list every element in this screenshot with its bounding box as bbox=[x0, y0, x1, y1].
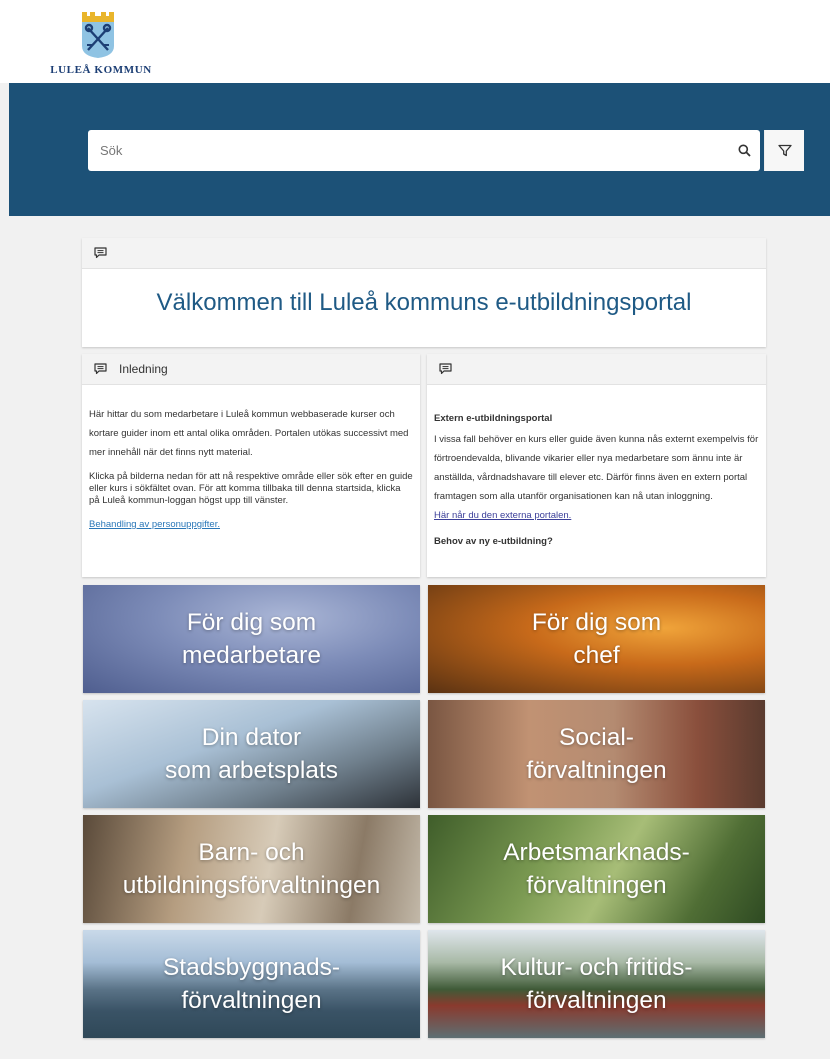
privacy-link[interactable]: Behandling av personuppgifter. bbox=[89, 519, 220, 530]
luleå-kommun-logo[interactable]: LULEÅ KOMMUN bbox=[45, 12, 157, 80]
tile-label: För dig som medarbetare bbox=[182, 609, 321, 669]
top-bar: LULEÅ KOMMUN bbox=[0, 0, 830, 83]
comment-icon bbox=[94, 247, 107, 259]
crest-icon bbox=[82, 12, 114, 58]
extern-subheading: Extern e-utbildningsportal bbox=[434, 413, 553, 424]
intro-paragraph-2: Klicka på bilderna nedan för att nå resp… bbox=[89, 471, 413, 506]
tile-label: Social- förvaltningen bbox=[526, 724, 667, 784]
tile-socialforvaltningen[interactable]: Social- förvaltningen bbox=[428, 700, 765, 808]
comment-icon bbox=[94, 363, 107, 375]
tile-din-dator[interactable]: Din dator som arbetsplats bbox=[83, 700, 420, 808]
tile-label: Din dator som arbetsplats bbox=[165, 724, 338, 784]
filter-button[interactable] bbox=[764, 130, 804, 171]
filter-icon bbox=[777, 144, 792, 157]
intro-body: Här hittar du som medarbetare i Luleå ko… bbox=[82, 385, 420, 534]
extern-body: Extern e-utbildningsportal I vissa fall … bbox=[427, 385, 766, 551]
search-bar bbox=[88, 130, 804, 171]
tile-stadsbyggnad[interactable]: Stadsbyggnads- förvaltningen bbox=[83, 930, 420, 1038]
tile-chef[interactable]: För dig som chef bbox=[428, 585, 765, 693]
search-input[interactable] bbox=[100, 130, 660, 171]
tile-arbetsmarknad[interactable]: Arbetsmarknads- förvaltningen bbox=[428, 815, 765, 923]
comment-icon bbox=[439, 363, 452, 375]
intro-card: Inledning Här hittar du som medarbetare … bbox=[82, 354, 420, 577]
tile-label: För dig som chef bbox=[531, 609, 662, 669]
welcome-card-header bbox=[82, 238, 766, 269]
search-icon bbox=[738, 144, 751, 157]
extern-card: Extern e-utbildningsportal I vissa fall … bbox=[427, 354, 766, 577]
extern-subheading-2: Behov av ny e-utbildning? bbox=[434, 536, 553, 547]
logo-text: LULEÅ KOMMUN bbox=[50, 64, 152, 76]
intro-card-header: Inledning bbox=[82, 354, 420, 385]
tile-kultur-och-fritid[interactable]: Kultur- och fritids- förvaltningen bbox=[428, 930, 765, 1038]
intro-paragraph-1: Här hittar du som medarbetare i Luleå ko… bbox=[89, 409, 409, 458]
tile-label: Kultur- och fritids- förvaltningen bbox=[500, 954, 693, 1014]
welcome-card: Välkommen till Luleå kommuns e-utbildnin… bbox=[82, 238, 766, 347]
tile-label: Barn- och utbildningsförvaltningen bbox=[122, 839, 381, 899]
tile-label: Arbetsmarknads- förvaltningen bbox=[503, 839, 690, 899]
tile-barn-och-utbildning[interactable]: Barn- och utbildningsförvaltningen bbox=[83, 815, 420, 923]
intro-heading: Inledning bbox=[119, 362, 168, 376]
extern-card-header bbox=[427, 354, 766, 385]
welcome-title: Välkommen till Luleå kommuns e-utbildnin… bbox=[156, 289, 692, 316]
tile-label: Stadsbyggnads- förvaltningen bbox=[162, 954, 341, 1014]
extern-paragraph: I vissa fall behöver en kurs eller guide… bbox=[434, 434, 759, 502]
tile-medarbetare[interactable]: För dig som medarbetare bbox=[83, 585, 420, 693]
external-portal-link[interactable]: Här når du den externa portalen. bbox=[434, 510, 571, 521]
search-button[interactable] bbox=[724, 130, 764, 171]
